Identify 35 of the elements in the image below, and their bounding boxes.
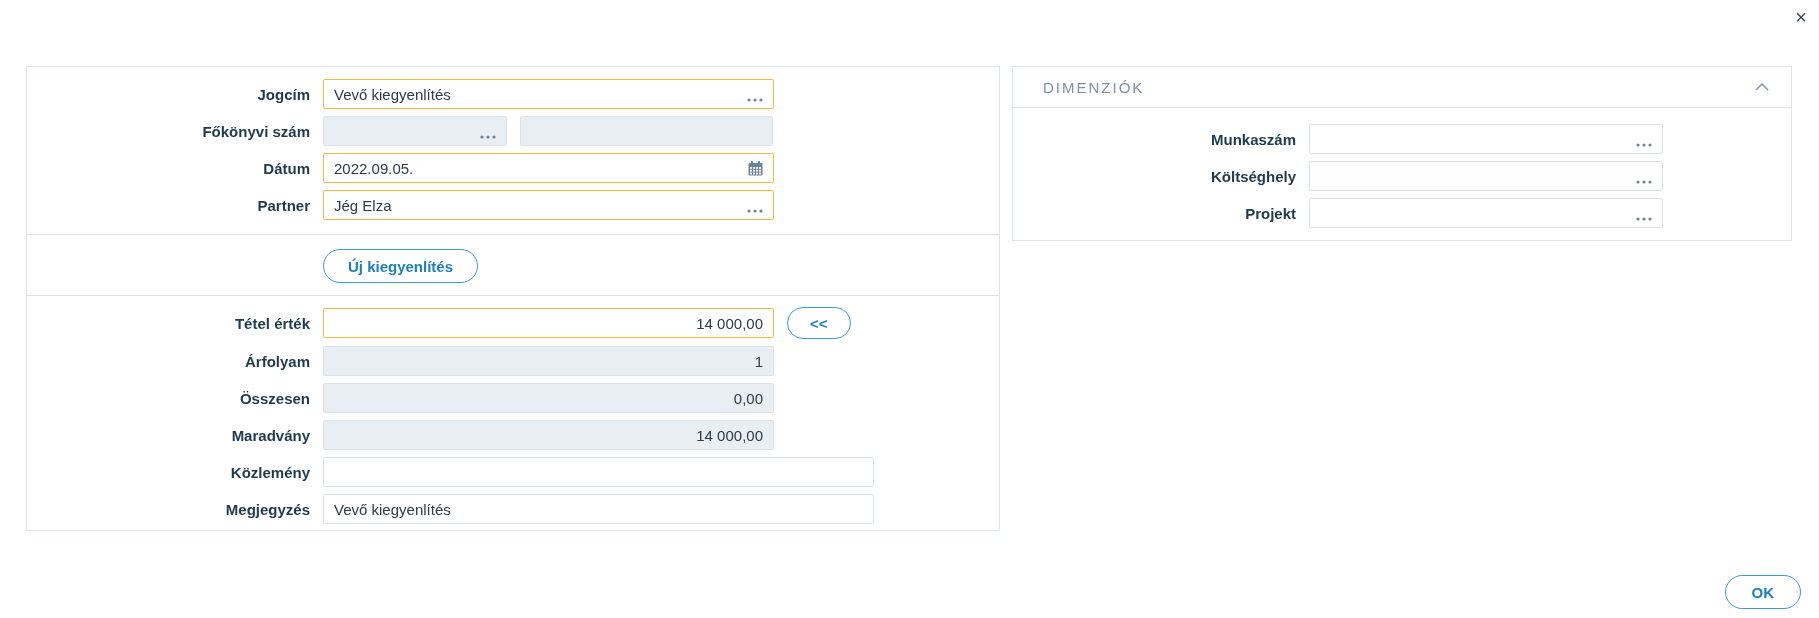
field-label: Költséghely	[1209, 167, 1296, 185]
close-button[interactable]: ×	[1789, 4, 1813, 31]
field-label: Dátum	[262, 159, 310, 177]
more-icon[interactable]	[747, 209, 763, 213]
field-label: Összesen	[238, 389, 310, 407]
field-label: Jogcím	[256, 85, 310, 103]
input-field[interactable]	[323, 457, 874, 487]
input-field[interactable]: 2022.09.05.	[323, 153, 774, 183]
input-field[interactable]: Vevő kiegyenlítés	[323, 494, 874, 524]
input-field[interactable]: 14 000,00	[323, 308, 774, 338]
collapse-button[interactable]	[1753, 81, 1771, 93]
field-label: Árfolyam	[243, 352, 310, 370]
panel-title: DIMENZIÓK	[1043, 78, 1145, 96]
more-icon[interactable]	[1636, 217, 1652, 221]
field-label: Főkönyvi szám	[201, 122, 310, 140]
more-icon[interactable]	[1636, 180, 1652, 184]
input-field[interactable]	[1309, 198, 1663, 228]
chevron-icon	[1755, 83, 1769, 91]
more-icon[interactable]	[747, 98, 763, 102]
input-field[interactable]	[1309, 124, 1663, 154]
field-label: Tétel érték	[233, 314, 310, 332]
input-field[interactable]: Vevő kiegyenlítés	[323, 79, 774, 109]
field-label: Megjegyzés	[224, 500, 310, 518]
new-settlement-button[interactable]: Új kiegyenlítés	[323, 249, 479, 283]
input-field[interactable]: Jég Elza	[323, 190, 774, 220]
ok-button[interactable]: OK	[1724, 575, 1801, 609]
more-icon[interactable]	[1636, 143, 1652, 147]
field-label: Projekt	[1244, 204, 1296, 222]
calendar-icon[interactable]	[748, 160, 763, 176]
field-label: Munkaszám	[1209, 130, 1296, 148]
input-field[interactable]	[1309, 161, 1663, 191]
field-label: Partner	[256, 196, 310, 214]
copy-button[interactable]: <<	[787, 307, 851, 339]
field-label: Közlemény	[229, 463, 310, 481]
field-label: Maradvány	[230, 426, 310, 444]
